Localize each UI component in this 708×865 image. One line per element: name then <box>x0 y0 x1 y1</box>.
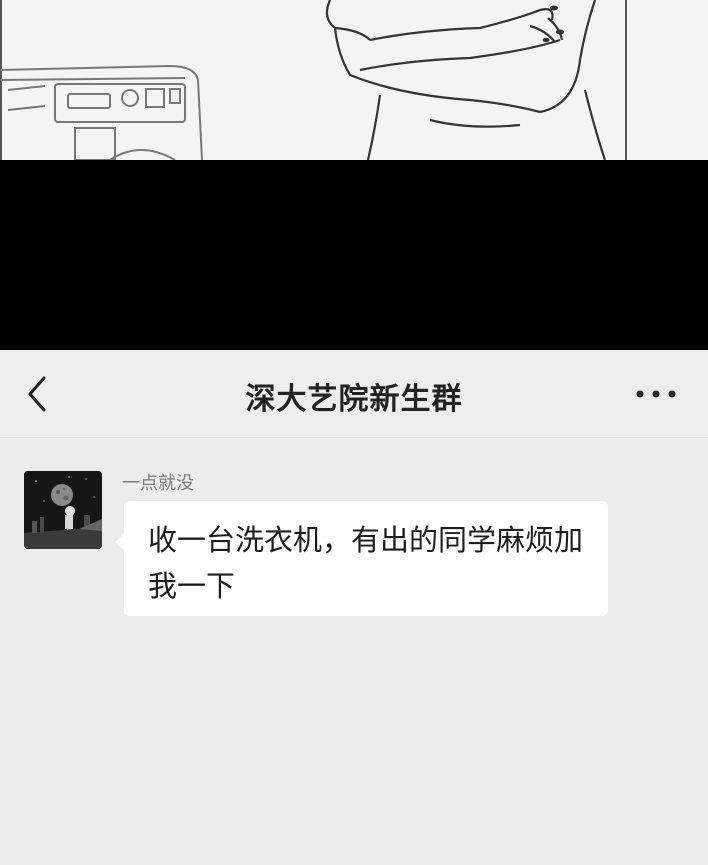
avatar[interactable] <box>24 471 102 549</box>
chat-header: 深大艺院新生群 <box>0 350 708 438</box>
black-band <box>0 160 708 350</box>
sender-name: 一点就没 <box>122 473 194 494</box>
chat-body: 一点就没 收一台洗衣机，有出的同学麻烦加我一下 <box>0 438 708 865</box>
more-dots-icon <box>636 390 676 398</box>
message-bubble[interactable]: 收一台洗衣机，有出的同学麻烦加我一下 <box>115 501 608 616</box>
bubble-tail <box>115 533 125 551</box>
comic-illustration <box>0 0 607 160</box>
chat-title: 深大艺院新生群 <box>245 382 463 417</box>
avatar-image <box>24 471 102 549</box>
message-text: 收一台洗衣机，有出的同学麻烦加我一下 <box>148 523 584 603</box>
page: 深大艺院新生群 一点就没 收一台洗衣机，有出的同学麻烦加我一下 <box>0 0 708 865</box>
comic-panel <box>0 0 708 160</box>
more-button[interactable] <box>634 380 678 408</box>
